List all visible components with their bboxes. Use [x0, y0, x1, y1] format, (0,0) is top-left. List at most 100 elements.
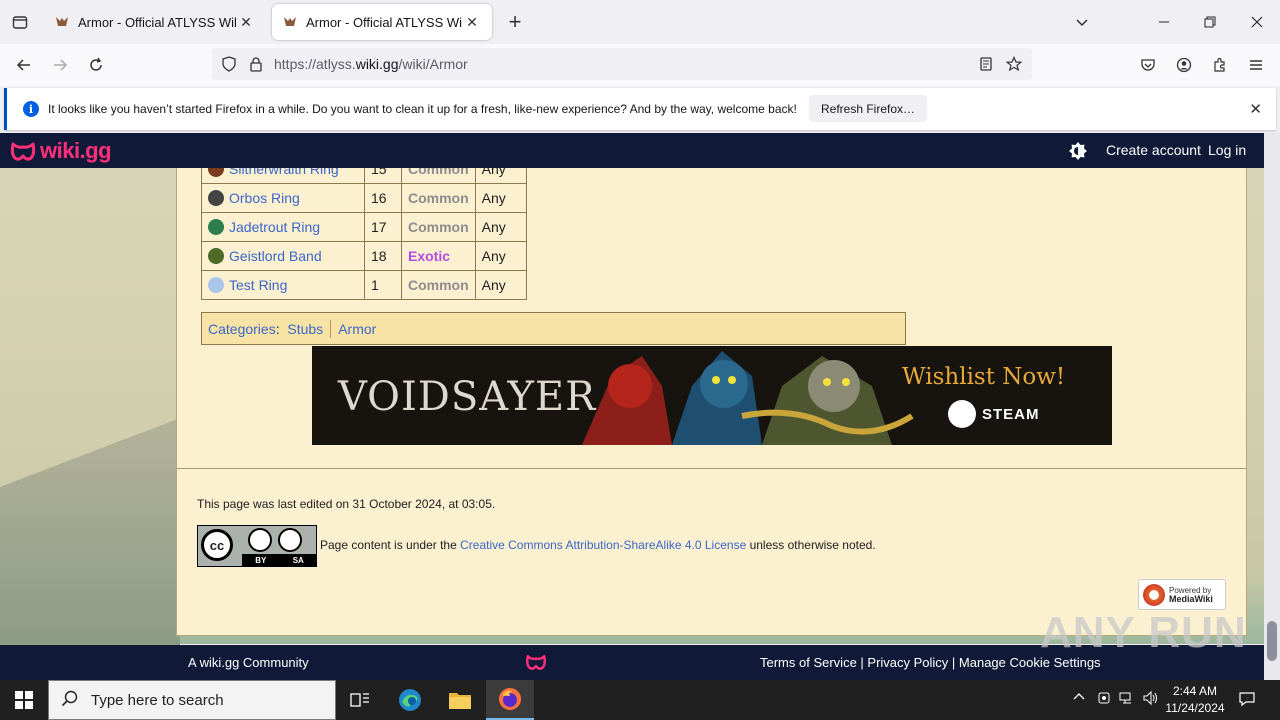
theme-toggle-icon[interactable]: [1068, 141, 1088, 161]
chevron-down-icon[interactable]: [1070, 10, 1094, 34]
banner-steam-logo: STEAM: [948, 400, 1040, 428]
cc-by-sa-license-badge[interactable]: cc BY SA: [197, 525, 317, 567]
ring-class-cell: Any: [474, 183, 527, 213]
ring-level-cell: 15: [364, 168, 402, 184]
page-scrollbar[interactable]: [1264, 133, 1280, 680]
categories-colon: :: [275, 320, 288, 337]
network-icon[interactable]: [1119, 690, 1135, 709]
reader-view-icon[interactable]: [978, 56, 994, 75]
ring-name-cell: Jadetrout Ring: [201, 212, 365, 242]
url-text[interactable]: https://atlyss.wiki.gg/wiki/Armor: [274, 56, 468, 72]
licence-suffix: unless otherwise noted.: [746, 538, 876, 552]
ring-rarity-cell: Exotic: [401, 241, 476, 271]
url-prefix: https://atlyss.: [274, 56, 356, 72]
log-in-link[interactable]: Log in: [1208, 142, 1246, 158]
close-notification-icon[interactable]: ✕: [1249, 100, 1262, 118]
account-icon[interactable]: [1169, 50, 1199, 80]
browser-tab-active[interactable]: Armor - Official ATLYSS Wiki ✕: [272, 4, 492, 40]
notification-message: It looks like you haven’t started Firefo…: [48, 102, 797, 116]
taskbar-clock[interactable]: 2:44 AM 11/24/2024: [1160, 683, 1230, 717]
taskbar-search-box[interactable]: Type here to search: [48, 680, 336, 720]
ring-name-link[interactable]: Test Ring: [229, 277, 287, 293]
edge-browser-icon[interactable]: [386, 680, 434, 720]
ring-level-cell: 16: [364, 183, 402, 213]
categories-box: Categories: Stubs Armor: [201, 312, 906, 345]
wiki-gg-logo-icon: [10, 142, 36, 161]
bookmark-star-icon[interactable]: [1005, 56, 1023, 75]
categories-label-link[interactable]: Categories: [208, 321, 276, 337]
browser-nav-bar: https://atlyss.wiki.gg/wiki/Armor: [0, 44, 1280, 86]
tab-list-icon[interactable]: [6, 8, 34, 36]
ring-class-cell: Any: [474, 212, 527, 242]
wiki-community-link[interactable]: A wiki.gg Community: [188, 655, 309, 670]
ring-name-cell: Test Ring: [201, 270, 365, 300]
scrollbar-thumb[interactable]: [1267, 621, 1277, 661]
refresh-firefox-button[interactable]: Refresh Firefox…: [809, 95, 928, 122]
close-tab-icon[interactable]: ✕: [236, 12, 256, 32]
browser-tab-inactive[interactable]: Armor - Official ATLYSS Wiki ✕: [44, 4, 266, 40]
ring-table-row: Jadetrout Ring 17 Common Any: [201, 212, 527, 242]
category-armor-link[interactable]: Armor: [338, 321, 376, 337]
ring-class-cell: Any: [474, 270, 527, 300]
voidsayer-ad-banner[interactable]: VOIDSAYER Wishlist Now! STEAM: [312, 346, 1112, 445]
ring-table-row: Geistlord Band 18 Exotic Any: [201, 241, 527, 271]
tracking-shield-icon[interactable]: [221, 56, 237, 75]
tab-title: Armor - Official ATLYSS Wiki: [306, 14, 462, 30]
volume-icon[interactable]: [1142, 690, 1158, 709]
ring-name-link[interactable]: Geistlord Band: [229, 248, 322, 264]
back-arrow-icon[interactable]: [9, 50, 39, 80]
wiki-gg-footer-logo-icon[interactable]: [524, 653, 548, 674]
close-tab-icon[interactable]: ✕: [462, 12, 482, 32]
ring-table-row: Slitherwraith Ring 15 Common Any: [201, 168, 527, 184]
licence-text: Page content is under the Creative Commo…: [320, 538, 876, 552]
ring-rarity-cell: Common: [401, 183, 476, 213]
anyrun-watermark: ANY RUN: [1040, 608, 1247, 657]
banner-steam-text: STEAM: [982, 405, 1040, 423]
wiki-gg-logo[interactable]: wiki.gg: [10, 138, 112, 164]
ring-name-cell: Geistlord Band: [201, 241, 365, 271]
close-window-icon[interactable]: [1234, 0, 1280, 44]
lock-icon[interactable]: [249, 56, 263, 75]
firefox-taskbar-icon[interactable]: [486, 680, 534, 720]
footer-divider: [177, 468, 1246, 469]
atlyss-favicon-icon: [54, 14, 70, 30]
ring-table-row: Test Ring 1 Common Any: [201, 270, 527, 300]
windows-start-icon[interactable]: [0, 680, 48, 720]
restore-window-icon[interactable]: [1187, 0, 1233, 44]
ring-item-icon: [208, 219, 224, 235]
task-view-icon[interactable]: [336, 680, 384, 720]
tray-chevron-up-icon[interactable]: [1072, 690, 1086, 707]
mediawiki-label: MediaWiki: [1169, 593, 1213, 604]
meet-now-icon[interactable]: [1096, 690, 1112, 709]
clock-date: 11/24/2024: [1165, 701, 1225, 715]
cc-badge-labels: BY SA: [242, 554, 317, 566]
forward-arrow-icon[interactable]: [45, 50, 75, 80]
info-icon: i: [23, 101, 39, 117]
ring-name-link[interactable]: Orbos Ring: [229, 190, 300, 206]
ring-class-cell: Any: [474, 168, 527, 184]
category-stubs-link[interactable]: Stubs: [287, 321, 323, 337]
new-tab-plus-icon[interactable]: +: [502, 8, 528, 36]
taskbar-search-placeholder: Type here to search: [91, 691, 224, 709]
last-edited-text: This page was last edited on 31 October …: [197, 497, 496, 511]
ring-item-icon: [208, 248, 224, 264]
reload-icon[interactable]: [81, 50, 111, 80]
ring-name-link[interactable]: Slitherwraith Ring: [229, 168, 339, 177]
create-account-link[interactable]: Create account: [1106, 142, 1201, 158]
ring-item-icon: [208, 168, 224, 177]
powered-by-mediawiki-badge[interactable]: Powered by MediaWiki: [1138, 579, 1226, 610]
pocket-icon[interactable]: [1133, 50, 1163, 80]
notifications-icon[interactable]: [1238, 690, 1256, 711]
ring-name-link[interactable]: Jadetrout Ring: [229, 219, 320, 235]
extensions-icon[interactable]: [1205, 50, 1235, 80]
cc-by-icon: [248, 528, 272, 552]
ring-rarity-cell: Common: [401, 212, 476, 242]
ring-item-icon: [208, 190, 224, 206]
ring-table-row: Orbos Ring 16 Common Any: [201, 183, 527, 213]
hamburger-menu-icon[interactable]: [1241, 50, 1271, 80]
ring-level-cell: 1: [364, 270, 402, 300]
cc-license-link[interactable]: Creative Commons Attribution-ShareAlike …: [460, 538, 746, 552]
file-explorer-icon[interactable]: [436, 680, 484, 720]
url-bar[interactable]: https://atlyss.wiki.gg/wiki/Armor: [212, 48, 1032, 80]
minimize-window-icon[interactable]: [1141, 0, 1187, 44]
